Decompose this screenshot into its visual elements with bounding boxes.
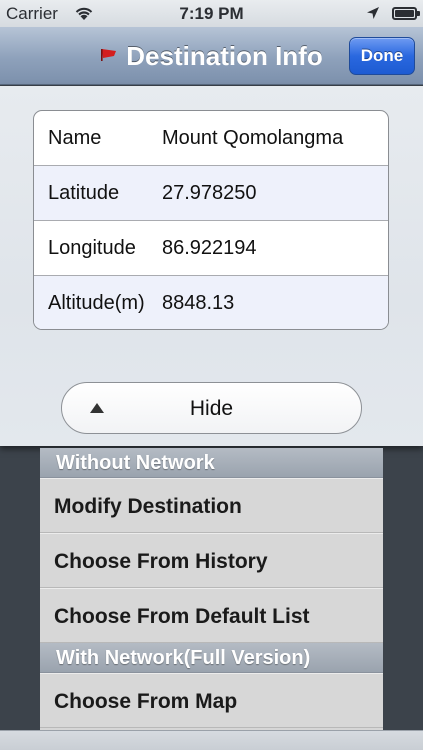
info-row-latitude: Latitude 27.978250: [34, 166, 388, 221]
section-header-without-network: Without Network: [40, 448, 383, 478]
option-modify-destination[interactable]: Modify Destination: [40, 478, 383, 533]
bottom-toolbar: [0, 730, 423, 750]
info-row-name: Name Mount Qomolangma: [34, 111, 388, 166]
done-button[interactable]: Done: [349, 37, 415, 75]
option-choose-from-default-list[interactable]: Choose From Default List: [40, 588, 383, 643]
info-label: Latitude: [48, 182, 120, 204]
info-label: Longitude: [48, 237, 136, 259]
option-choose-from-history[interactable]: Choose From History: [40, 533, 383, 588]
option-choose-from-map[interactable]: Choose From Map: [40, 673, 383, 728]
info-value: 8848.13: [162, 292, 235, 314]
info-value: 27.978250: [162, 182, 257, 204]
page-title: Destination Info: [126, 41, 323, 71]
status-time: 7:19 PM: [179, 4, 244, 23]
status-bar: Carrier 7:19 PM: [0, 0, 423, 27]
info-row-altitude: Altitude(m) 8848.13: [34, 276, 388, 329]
location-arrow-icon: [367, 7, 379, 19]
info-label: Name: [48, 127, 102, 149]
section-header-with-network: With Network(Full Version): [40, 643, 383, 673]
destination-info-table: Name Mount Qomolangma Latitude 27.978250…: [33, 110, 389, 330]
battery-icon: [392, 7, 420, 20]
info-row-longitude: Longitude 86.922194: [34, 221, 388, 276]
flag-icon: [101, 49, 117, 61]
hide-button[interactable]: Hide: [61, 382, 362, 434]
destination-options-list: Without Network Modify Destination Choos…: [40, 448, 383, 730]
navigation-bar: Destination Info Done: [0, 27, 423, 85]
info-label: Altitude(m): [48, 292, 145, 314]
info-value: Mount Qomolangma: [162, 127, 344, 149]
hide-button-label: Hide: [189, 397, 234, 420]
destination-info-panel: Name Mount Qomolangma Latitude 27.978250…: [0, 86, 423, 446]
info-value: 86.922194: [162, 237, 257, 259]
